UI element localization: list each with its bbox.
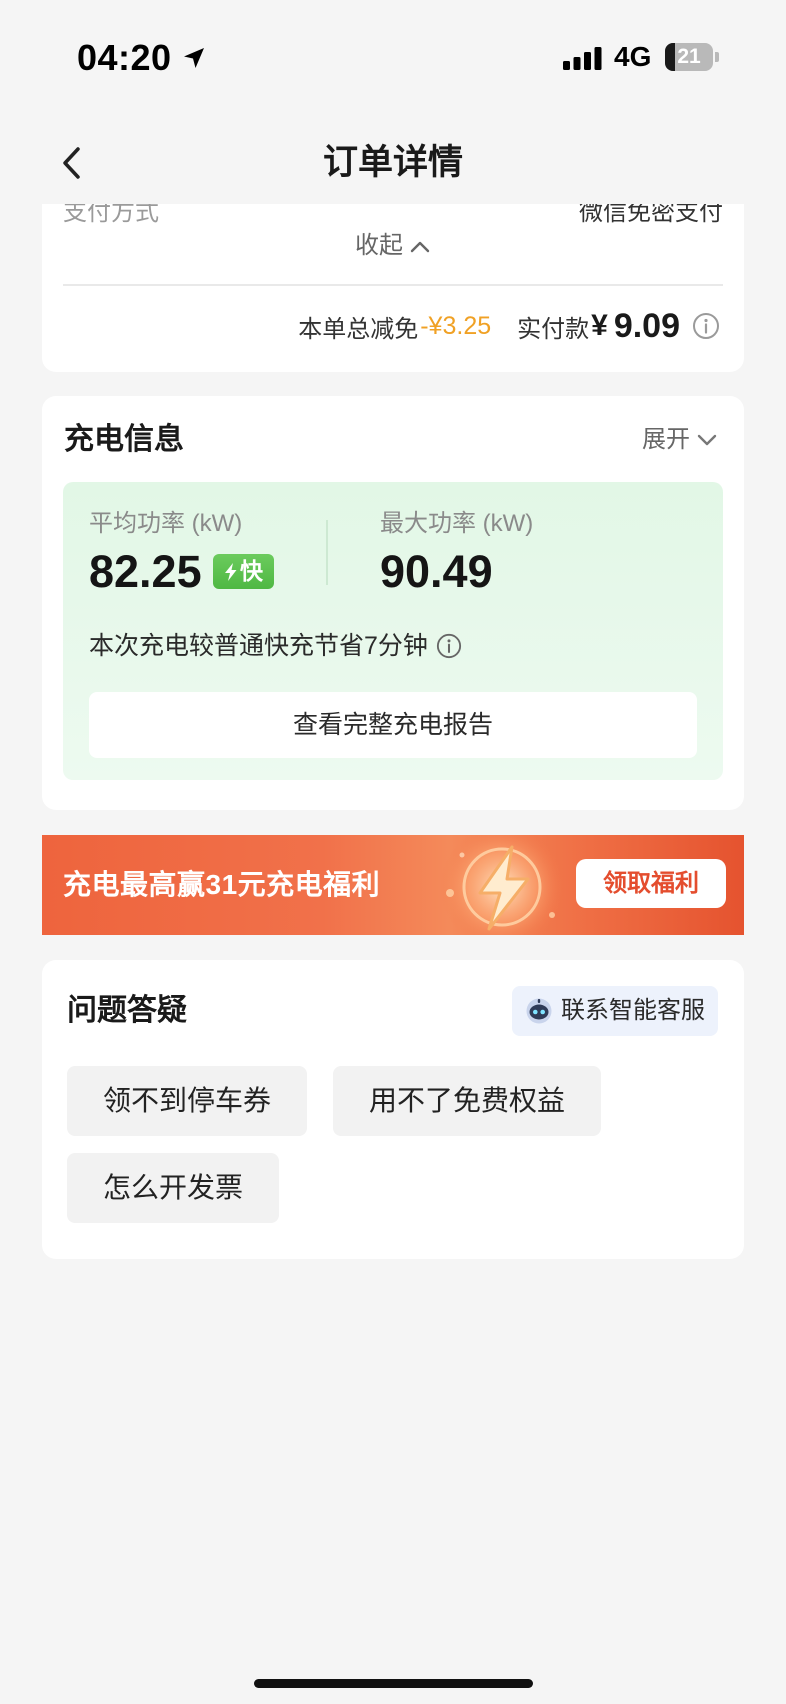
- lightning-icon: [225, 562, 237, 581]
- expand-label: 展开: [642, 426, 690, 453]
- chevron-up-icon: [410, 241, 430, 253]
- paid-label: 实付款: [517, 315, 590, 343]
- payment-info-button[interactable]: [692, 312, 720, 340]
- payment-summary-card: 支付方式 微信免密支付 收起 本单总减免 -¥3.25 实付款 ¥ 9.09: [42, 204, 744, 372]
- home-indicator[interactable]: [254, 1679, 533, 1688]
- discount-label: 本单总减免: [298, 315, 419, 343]
- faq-title: 问题答疑: [67, 994, 187, 1027]
- battery-nub: [715, 52, 719, 62]
- location-arrow-icon: [184, 48, 204, 68]
- robot-icon: [526, 998, 552, 1024]
- max-power-value: 90.49: [380, 546, 493, 597]
- page-title: 订单详情: [322, 143, 463, 182]
- view-full-report-button[interactable]: 查看完整充电报告: [89, 692, 697, 758]
- lightning-glow-icon: [440, 835, 564, 935]
- faq-card: 问题答疑 联系智能客服 领不到停车券 用不了免费权益 怎么开发票: [42, 960, 744, 1259]
- time-saving-note: 本次充电较普通快充节省7分钟: [89, 632, 462, 660]
- status-time: 04:20: [77, 37, 172, 78]
- charging-info-title: 充电信息: [64, 423, 184, 456]
- divider: [63, 284, 723, 286]
- contact-ai-support-label: 联系智能客服: [561, 997, 705, 1024]
- collapse-label: 收起: [355, 232, 403, 259]
- collapse-button[interactable]: 收起: [42, 232, 744, 260]
- fast-charge-badge: 快: [213, 554, 274, 589]
- metric-divider: [326, 520, 328, 585]
- fast-badge-label: 快: [240, 558, 263, 584]
- claim-benefit-button[interactable]: 领取福利: [576, 859, 726, 908]
- pay-method-value: 微信免密支付: [579, 204, 723, 226]
- info-icon: [693, 313, 719, 339]
- info-icon: [436, 633, 461, 659]
- battery-icon: 21: [665, 43, 713, 71]
- charging-stats-panel: 平均功率 (kW) 82.25 快 最大功率 (kW) 90.49 本次充电较普…: [63, 482, 723, 780]
- discount-value: -¥3.25: [420, 311, 492, 340]
- signal-bars-icon: [563, 47, 602, 70]
- pay-method-label: 支付方式: [63, 204, 159, 226]
- network-type: 4G: [614, 41, 652, 72]
- chevron-down-icon: [697, 434, 717, 446]
- faq-question-chip[interactable]: 怎么开发票: [67, 1153, 280, 1223]
- avg-power-label: 平均功率 (kW): [89, 510, 243, 537]
- payment-total-row: 本单总减免 -¥3.25 实付款 ¥ 9.09: [298, 306, 720, 346]
- expand-button[interactable]: 展开: [642, 426, 718, 454]
- faq-question-chip[interactable]: 领不到停车券: [67, 1066, 308, 1136]
- promo-banner[interactable]: 充电最高赢31元充电福利 领取福利: [42, 835, 744, 935]
- battery-level-text: 21: [677, 45, 701, 68]
- saving-info-button[interactable]: [436, 633, 462, 659]
- avg-power-value: 82.25: [89, 546, 202, 597]
- promo-banner-text: 充电最高赢31元充电福利: [63, 869, 381, 900]
- max-power-label: 最大功率 (kW): [380, 510, 534, 537]
- time-saving-text: 本次充电较普通快充节省7分钟: [89, 632, 428, 660]
- faq-question-list: 领不到停车券 用不了免费权益 怎么开发票: [67, 1066, 717, 1223]
- faq-question-chip[interactable]: 用不了免费权益: [333, 1066, 602, 1136]
- charging-info-card: 充电信息 展开 平均功率 (kW) 82.25 快 最大功率 (kW) 90.4…: [42, 396, 744, 810]
- paid-currency: ¥: [591, 309, 608, 342]
- contact-ai-support-button[interactable]: 联系智能客服: [512, 986, 718, 1036]
- paid-amount: 9.09: [613, 306, 680, 345]
